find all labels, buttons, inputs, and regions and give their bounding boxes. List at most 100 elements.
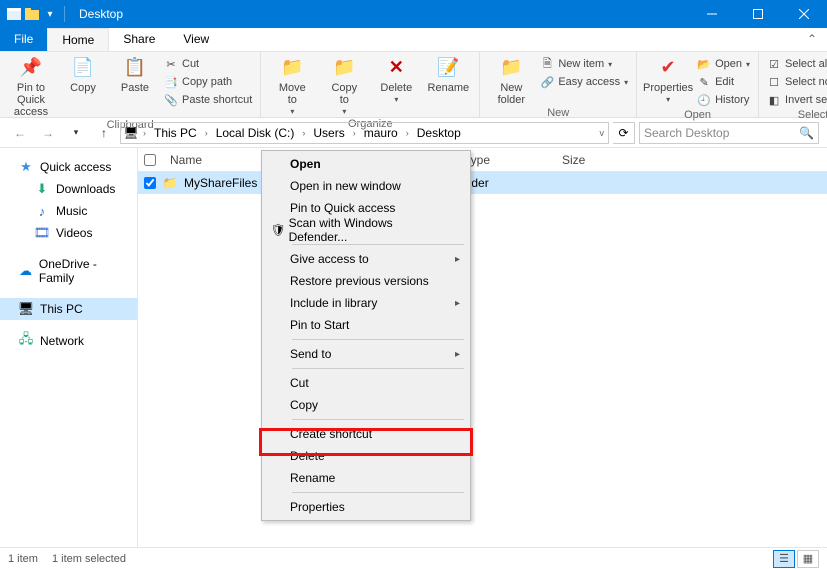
copy-to-button[interactable]: 📁Copy to▾ (321, 54, 367, 117)
tab-view[interactable]: View (169, 28, 223, 51)
cut-button[interactable]: ✂Cut (164, 56, 252, 72)
crumb-dropdown[interactable]: v (598, 128, 607, 138)
paste-icon: 📋 (123, 56, 147, 80)
ctx-open-new-window[interactable]: Open in new window (264, 175, 468, 197)
recent-dropdown[interactable]: ▾ (64, 121, 88, 145)
new-folder-button[interactable]: 📁New folder (488, 54, 534, 106)
ctx-rename[interactable]: Rename (264, 467, 468, 489)
ctx-pin-start[interactable]: Pin to Start (264, 314, 468, 336)
window-title: Desktop (75, 7, 689, 21)
ctx-send-to[interactable]: Send to▸ (264, 343, 468, 365)
open-icon: 📂 (697, 57, 711, 71)
copy-path-label: Copy path (182, 76, 232, 88)
network-icon: 🖧 (18, 333, 34, 349)
chevron-right-icon[interactable]: › (351, 128, 358, 138)
pc-icon: 🖥 (123, 125, 139, 141)
history-button[interactable]: 🕘History (697, 92, 750, 108)
chevron-right-icon[interactable]: › (141, 128, 148, 138)
downloads-icon: ⬇ (34, 181, 50, 197)
open-button[interactable]: 📂Open ▾ (697, 56, 750, 72)
crumb-seg[interactable]: mauro (360, 126, 402, 140)
ctx-include-library[interactable]: Include in library▸ (264, 292, 468, 314)
crumb-seg[interactable]: This PC (150, 126, 201, 140)
ctx-create-shortcut[interactable]: Create shortcut (264, 423, 468, 445)
ctx-open[interactable]: Open (264, 153, 468, 175)
cut-icon: ✂ (164, 57, 178, 71)
col-size[interactable]: Size (554, 153, 614, 167)
tab-home[interactable]: Home (47, 28, 109, 51)
easy-access-button[interactable]: 🔗Easy access ▾ (540, 74, 628, 90)
select-all-label: Select all (785, 58, 827, 70)
easy-access-label: Easy access (558, 76, 620, 88)
move-to-icon: 📁 (280, 56, 304, 80)
ctx-label: Send to (290, 347, 331, 361)
chevron-right-icon[interactable]: › (404, 128, 411, 138)
select-all-icon: ☑ (767, 57, 781, 71)
ctx-give-access[interactable]: Give access to▸ (264, 248, 468, 270)
tab-file[interactable]: File (0, 28, 47, 51)
file-row[interactable]: 📁 MyShareFiles older (138, 172, 827, 194)
ctx-properties[interactable]: Properties (264, 496, 468, 518)
nav-quick-access[interactable]: ★Quick access (0, 156, 137, 178)
ribbon-expand-icon[interactable]: ⌃ (797, 28, 827, 51)
edit-button[interactable]: ✎Edit (697, 74, 750, 90)
new-folder-icon: 📁 (499, 56, 523, 80)
qat-overflow[interactable]: ▾ (42, 6, 58, 22)
forward-button[interactable]: → (36, 121, 60, 145)
refresh-button[interactable]: ⟳ (613, 122, 635, 144)
paste-shortcut-button[interactable]: 📎Paste shortcut (164, 92, 252, 108)
paste-button[interactable]: 📋Paste (112, 54, 158, 94)
ctx-copy[interactable]: Copy (264, 394, 468, 416)
copy-path-button[interactable]: 📑Copy path (164, 74, 252, 90)
select-all-button[interactable]: ☑ Select all (767, 56, 827, 72)
crumb-seg[interactable]: Users (309, 126, 348, 140)
breadcrumb[interactable]: 🖥 › This PC› Local Disk (C:)› Users› mau… (120, 122, 609, 144)
crumb-seg[interactable]: Local Disk (C:) (212, 126, 299, 140)
nav-network[interactable]: 🖧Network (0, 330, 137, 352)
new-item-button[interactable]: 🗎New item ▾ (540, 56, 628, 72)
nav-pane: ★Quick access ⬇Downloads ♪Music 🎞Videos … (0, 148, 138, 547)
nav-this-pc[interactable]: 🖥This PC (0, 298, 137, 320)
address-row: ← → ▾ ↑ 🖥 › This PC› Local Disk (C:)› Us… (0, 118, 827, 148)
nav-label: Videos (56, 226, 92, 240)
nav-videos[interactable]: 🎞Videos (0, 222, 137, 244)
select-none-button[interactable]: ☐Select none (767, 74, 827, 90)
back-button[interactable]: ← (8, 121, 32, 145)
chevron-right-icon[interactable]: › (203, 128, 210, 138)
folder-icon: 📁 (162, 175, 178, 191)
ctx-label: Cut (290, 376, 309, 390)
maximize-button[interactable] (735, 0, 781, 28)
invert-selection-button[interactable]: ◧Invert selection (767, 92, 827, 108)
new-item-label: New item (558, 58, 604, 70)
move-to-button[interactable]: 📁Move to▾ (269, 54, 315, 117)
cloud-icon: ☁ (18, 263, 33, 279)
rename-button[interactable]: 📝Rename (425, 54, 471, 94)
nav-downloads[interactable]: ⬇Downloads (0, 178, 137, 200)
up-button[interactable]: ↑ (92, 121, 116, 145)
select-group-label: Select (767, 108, 827, 121)
tab-share[interactable]: Share (109, 28, 169, 51)
ctx-label: Include in library (290, 296, 377, 310)
nav-onedrive[interactable]: ☁OneDrive - Family (0, 254, 137, 288)
ctx-cut[interactable]: Cut (264, 372, 468, 394)
pin-quick-button[interactable]: 📌Pin to Quick access (8, 54, 54, 118)
delete-button[interactable]: ✕Delete▾ (373, 54, 419, 105)
view-details-button[interactable]: ☰ (773, 550, 795, 568)
crumb-seg[interactable]: Desktop (413, 126, 465, 140)
properties-button[interactable]: ✔Properties▾ (645, 54, 691, 105)
nav-music[interactable]: ♪Music (0, 200, 137, 222)
search-input[interactable]: Search Desktop 🔍 (639, 122, 819, 144)
ctx-restore[interactable]: Restore previous versions (264, 270, 468, 292)
chevron-right-icon[interactable]: › (300, 128, 307, 138)
minimize-button[interactable] (689, 0, 735, 28)
view-large-icons-button[interactable]: ▦ (797, 550, 819, 568)
select-all-checkbox[interactable] (144, 154, 156, 166)
close-button[interactable] (781, 0, 827, 28)
ctx-defender[interactable]: 🛡Scan with Windows Defender... (264, 219, 468, 241)
ctx-delete[interactable]: Delete (264, 445, 468, 467)
titlebar: ▾ Desktop (0, 0, 827, 28)
row-checkbox[interactable] (144, 177, 156, 189)
copy-button[interactable]: 📄Copy (60, 54, 106, 94)
pin-quick-label: Pin to Quick access (8, 82, 54, 118)
nav-label: This PC (40, 302, 83, 316)
